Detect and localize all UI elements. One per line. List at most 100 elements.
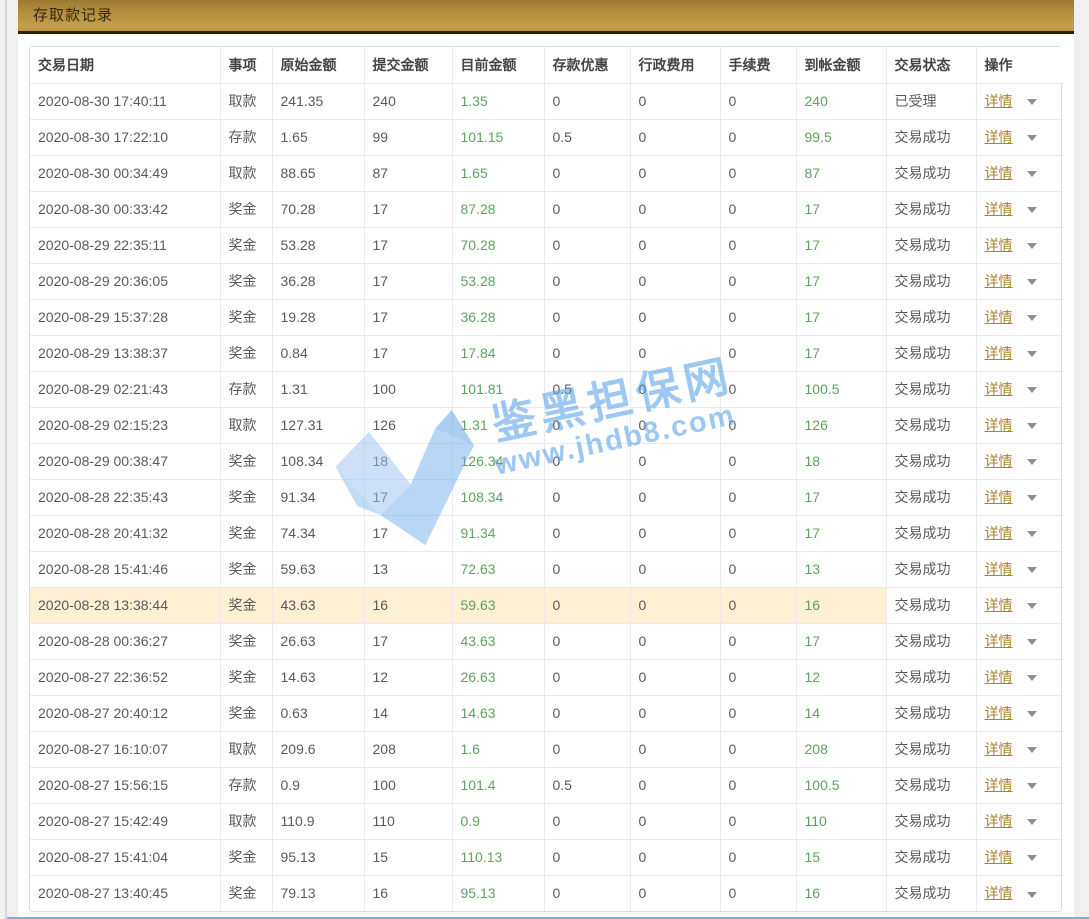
cell-admin: 0 <box>630 299 720 335</box>
cell-bonus: 0 <box>544 731 630 767</box>
dropdown-caret-icon[interactable] <box>1027 351 1037 357</box>
detail-link[interactable]: 详情 <box>985 93 1013 109</box>
cell-admin: 0 <box>630 263 720 299</box>
cell-type: 取款 <box>220 803 272 839</box>
detail-link[interactable]: 详情 <box>985 381 1013 397</box>
cell-type: 存款 <box>220 767 272 803</box>
cell-admin: 0 <box>630 371 720 407</box>
cell-admin: 0 <box>630 119 720 155</box>
cell-original: 127.31 <box>272 407 364 443</box>
cell-arrival: 110 <box>796 803 886 839</box>
detail-link[interactable]: 详情 <box>985 417 1013 433</box>
cell-original: 70.28 <box>272 191 364 227</box>
cell-arrival: 14 <box>796 695 886 731</box>
dropdown-caret-icon[interactable] <box>1027 531 1037 537</box>
detail-link[interactable]: 详情 <box>985 309 1013 325</box>
cell-date: 2020-08-30 17:40:11 <box>30 83 220 119</box>
cell-status: 交易成功 <box>886 695 976 731</box>
cell-current: 95.13 <box>452 875 544 911</box>
dropdown-caret-icon[interactable] <box>1027 207 1037 213</box>
table-body: 2020-08-30 17:40:11取款241.352401.35000240… <box>30 83 1063 911</box>
cell-arrival: 17 <box>796 515 886 551</box>
dropdown-caret-icon[interactable] <box>1027 279 1037 285</box>
dropdown-caret-icon[interactable] <box>1027 387 1037 393</box>
cell-action: 详情 <box>976 695 1063 731</box>
dropdown-caret-icon[interactable] <box>1027 819 1037 825</box>
dropdown-caret-icon[interactable] <box>1027 135 1037 141</box>
table-row: 2020-08-28 20:41:32奖金74.341791.3400017交易… <box>30 515 1063 551</box>
cell-admin: 0 <box>630 443 720 479</box>
cell-bonus: 0 <box>544 263 630 299</box>
cell-admin: 0 <box>630 875 720 911</box>
cell-type: 奖金 <box>220 263 272 299</box>
cell-type: 奖金 <box>220 875 272 911</box>
cell-arrival: 12 <box>796 659 886 695</box>
detail-link[interactable]: 详情 <box>985 345 1013 361</box>
detail-link[interactable]: 详情 <box>985 741 1013 757</box>
dropdown-caret-icon[interactable] <box>1027 892 1037 898</box>
detail-link[interactable]: 详情 <box>985 633 1013 649</box>
table-row: 2020-08-27 13:40:45奖金79.131695.1300016交易… <box>30 875 1063 911</box>
cell-admin: 0 <box>630 191 720 227</box>
detail-link[interactable]: 详情 <box>985 885 1013 901</box>
detail-link[interactable]: 详情 <box>985 129 1013 145</box>
dropdown-caret-icon[interactable] <box>1027 675 1037 681</box>
detail-link[interactable]: 详情 <box>985 705 1013 721</box>
column-header-status: 交易状态 <box>886 47 976 83</box>
cell-arrival: 13 <box>796 551 886 587</box>
cell-current: 1.65 <box>452 155 544 191</box>
cell-admin: 0 <box>630 479 720 515</box>
cell-original: 19.28 <box>272 299 364 335</box>
detail-link[interactable]: 详情 <box>985 237 1013 253</box>
detail-link[interactable]: 详情 <box>985 201 1013 217</box>
table-row: 2020-08-27 15:42:49取款110.91100.9000110交易… <box>30 803 1063 839</box>
cell-status: 已受理 <box>886 83 976 119</box>
detail-link[interactable]: 详情 <box>985 525 1013 541</box>
cell-admin: 0 <box>630 839 720 875</box>
column-header-action: 操作 <box>976 47 1063 83</box>
cell-status: 交易成功 <box>886 263 976 299</box>
detail-link[interactable]: 详情 <box>985 453 1013 469</box>
dropdown-caret-icon[interactable] <box>1027 315 1037 321</box>
dropdown-caret-icon[interactable] <box>1027 567 1037 573</box>
dropdown-caret-icon[interactable] <box>1027 459 1037 465</box>
cell-original: 36.28 <box>272 263 364 299</box>
dropdown-caret-icon[interactable] <box>1027 711 1037 717</box>
detail-link[interactable]: 详情 <box>985 489 1013 505</box>
dropdown-caret-icon[interactable] <box>1027 783 1037 789</box>
cell-status: 交易成功 <box>886 839 976 875</box>
dropdown-caret-icon[interactable] <box>1027 495 1037 501</box>
cell-action: 详情 <box>976 191 1063 227</box>
dropdown-caret-icon[interactable] <box>1027 639 1037 645</box>
dropdown-caret-icon[interactable] <box>1027 243 1037 249</box>
dropdown-caret-icon[interactable] <box>1027 171 1037 177</box>
cell-submitted: 17 <box>364 299 452 335</box>
detail-link[interactable]: 详情 <box>985 669 1013 685</box>
cell-status: 交易成功 <box>886 335 976 371</box>
detail-link[interactable]: 详情 <box>985 561 1013 577</box>
cell-action: 详情 <box>976 659 1063 695</box>
cell-arrival: 17 <box>796 263 886 299</box>
detail-link[interactable]: 详情 <box>985 273 1013 289</box>
detail-link[interactable]: 详情 <box>985 597 1013 613</box>
detail-link[interactable]: 详情 <box>985 849 1013 865</box>
cell-current: 0.9 <box>452 803 544 839</box>
cell-admin: 0 <box>630 803 720 839</box>
detail-link[interactable]: 详情 <box>985 165 1013 181</box>
detail-link[interactable]: 详情 <box>985 777 1013 793</box>
cell-status: 交易成功 <box>886 299 976 335</box>
dropdown-caret-icon[interactable] <box>1027 99 1037 105</box>
cell-arrival: 99.5 <box>796 119 886 155</box>
dropdown-caret-icon[interactable] <box>1027 423 1037 429</box>
cell-action: 详情 <box>976 83 1063 119</box>
detail-link[interactable]: 详情 <box>985 813 1013 829</box>
dropdown-caret-icon[interactable] <box>1027 855 1037 861</box>
cell-bonus: 0.5 <box>544 371 630 407</box>
cell-admin: 0 <box>630 767 720 803</box>
cell-current: 17.84 <box>452 335 544 371</box>
dropdown-caret-icon[interactable] <box>1027 747 1037 753</box>
dropdown-caret-icon[interactable] <box>1027 603 1037 609</box>
cell-date: 2020-08-29 02:21:43 <box>30 371 220 407</box>
cell-submitted: 87 <box>364 155 452 191</box>
column-header-type: 事项 <box>220 47 272 83</box>
